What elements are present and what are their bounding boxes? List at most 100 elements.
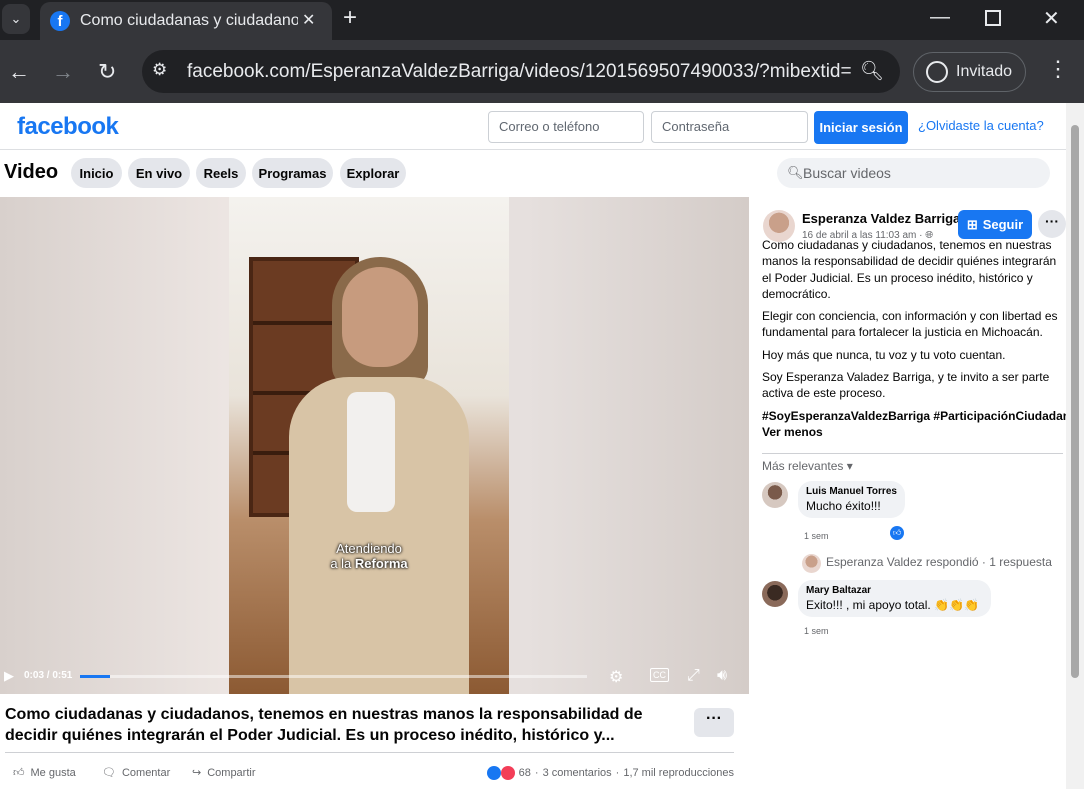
post-paragraph: Soy Esperanza Valadez Barriga, y te invi… [762,369,1066,402]
avatar [802,554,821,573]
post-line: democrático. [762,286,831,301]
avatar[interactable] [762,581,788,607]
like-reaction-icon: 👍︎ [890,526,904,540]
address-toolbar: ← → ↻ ⚙ facebook.com/EsperanzaValdezBarr… [0,40,1084,103]
post-more-button[interactable]: ··· [1038,210,1066,238]
facebook-favicon-icon: f [50,11,70,31]
url-text[interactable]: facebook.com/EsperanzaValdezBarriga/vide… [187,61,851,83]
page-scrollbar[interactable] [1066,103,1084,789]
settings-gear-icon[interactable]: ⚙ [609,667,623,687]
profile-avatar-icon [926,61,948,83]
speaker-shirt [347,392,395,512]
tab-close-icon[interactable]: ✕ [302,10,315,30]
caption-line-2-prefix: a la [330,556,355,571]
divider [5,752,734,753]
post-line: manos la responsabilidad de decidir quié… [762,254,1057,269]
search-icon: 🔍︎ [787,165,804,180]
comment-time[interactable]: 1 sem [804,626,829,636]
guest-profile-button[interactable]: Invitado [913,52,1026,92]
video-info-bar: Como ciudadanas y ciudadanos, tenemos en… [0,694,749,789]
comment-sort-dropdown[interactable]: Más relevantes ▾ [762,459,853,473]
share-button[interactable]: ↪ Compartir [192,766,256,780]
separator: · [534,767,539,779]
browser-menu-icon[interactable]: ⋮ [1047,58,1069,80]
divider [762,453,1063,454]
video-nav: Video Inicio En vivo Reels Programas Exp… [0,150,1066,196]
post-line: Soy Esperanza Valadez Barriga, y te invi… [762,370,1050,385]
guest-label: Invitado [956,63,1013,80]
facebook-header: facebook Correo o teléfono Contraseña In… [0,103,1066,150]
post-line: el Poder Judicial. Es un proceso inédito… [762,270,1033,285]
password-field[interactable]: Contraseña [651,111,808,143]
like-button[interactable]: 👍︎ Me gusta [13,766,76,780]
maximize-button[interactable] [985,10,1001,26]
comment-bubble: Luis Manuel Torres Mucho éxito!!! [798,481,905,518]
search-zoom-icon[interactable]: 🔍︎ [860,59,884,83]
follow-icon: ⊞ [966,216,978,232]
minimize-button[interactable]: — [930,6,950,29]
omnibox[interactable]: ⚙ facebook.com/EsperanzaValdezBarriga/vi… [142,50,900,93]
volume-icon[interactable]: 🔊︎ [717,667,727,685]
video-search-input[interactable]: 🔍︎ Buscar videos [777,158,1050,188]
reload-button[interactable]: ↻ [98,59,116,85]
comment-text: Mucho éxito!!! [806,499,881,513]
view-count: 1,7 mil reproducciones [623,767,734,779]
engagement-stats: 68 · 3 comentarios · 1,7 mil reproduccio… [486,766,734,780]
tab-en-vivo[interactable]: En vivo [128,158,190,188]
reply-summary[interactable]: Esperanza Valdez respondió · 1 respuesta [826,555,1052,569]
post-line: Elegir con conciencia, con información y… [762,309,1058,324]
comment-text: Exito!!! , mi apoyo total. 👏👏👏 [806,598,979,612]
post-hashtags[interactable]: #SoyEsperanzaValdezBarriga #Participació… [762,408,1066,424]
scrollbar-thumb[interactable] [1071,125,1079,678]
email-field[interactable]: Correo o teléfono [488,111,644,143]
password-placeholder: Contraseña [662,119,730,134]
tab-search-dropdown[interactable]: ⌄ [2,4,30,34]
avatar[interactable] [762,482,788,508]
fullscreen-icon[interactable]: ⤢ [687,667,700,685]
post-line: Como ciudadanas y ciudadanos, tenemos en… [762,238,1052,252]
comment-count[interactable]: 3 comentarios [543,767,612,779]
caption-line-1: Atendiendo [336,541,402,556]
login-button[interactable]: Iniciar sesión [814,111,908,144]
forgot-account-link[interactable]: ¿Olvidaste la cuenta? [918,118,1044,133]
forward-button[interactable]: → [52,59,74,85]
play-icon[interactable]: ▶ [4,668,14,684]
new-tab-button[interactable]: + [343,4,357,32]
follow-label: Seguir [982,217,1024,232]
commenter-name[interactable]: Mary Baltazar [806,585,983,596]
playback-time: 0:03 / 0:51 [24,670,73,681]
captions-icon[interactable]: CC [650,668,669,682]
reaction-count[interactable]: 68 [519,767,531,779]
comment-icon: 🗨︎ [102,767,116,779]
site-settings-icon[interactable]: ⚙ [152,60,167,80]
tab-title: Como ciudadanas y ciudadanos, te [80,12,298,29]
tab-explorar[interactable]: Explorar [340,158,406,188]
post-paragraph: Elegir con conciencia, con información y… [762,308,1066,341]
progress-track[interactable] [80,675,587,678]
comment-time[interactable]: 1 sem [804,531,829,541]
back-button[interactable]: ← [8,59,30,85]
like-label: Me gusta [30,766,76,779]
tab-programas[interactable]: Programas [252,158,333,188]
comment-button[interactable]: 🗨︎ Comentar [102,766,170,780]
player-controls: ▶ 0:03 / 0:51 ⚙ CC ⤢ 🔊︎ [0,657,749,694]
commenter-name[interactable]: Luis Manuel Torres [806,486,897,497]
tab-inicio[interactable]: Inicio [71,158,122,188]
facebook-logo[interactable]: facebook [17,113,119,141]
tab-reels[interactable]: Reels [196,158,246,188]
window-close-button[interactable]: ✕ [1043,6,1060,31]
post-line: Hoy más que nunca, tu voz y tu voto cuen… [762,347,1006,362]
post-text: Como ciudadanas y ciudadanos, tenemos en… [762,237,1066,440]
video-frame[interactable]: Atendiendo a la Reforma [229,197,509,694]
email-placeholder: Correo o teléfono [499,119,600,134]
comment-sort-label: Más relevantes [762,459,844,473]
video-player[interactable]: Atendiendo a la Reforma ▶ 0:03 / 0:51 ⚙ … [0,197,749,694]
browser-tab[interactable]: f Como ciudadanas y ciudadanos, te ✕ [40,2,332,40]
author-name[interactable]: Esperanza Valdez Barriga [802,211,960,226]
video-more-button[interactable]: ··· [694,708,734,737]
follow-button[interactable]: ⊞ Seguir [958,210,1032,239]
post-side-panel: Esperanza Valdez Barriga 16 de abril a l… [749,197,1066,789]
separator: · [615,767,620,779]
see-less-link[interactable]: Ver menos [762,424,1066,440]
post-line: fundamental para fortalecer la justicia … [762,325,1043,340]
